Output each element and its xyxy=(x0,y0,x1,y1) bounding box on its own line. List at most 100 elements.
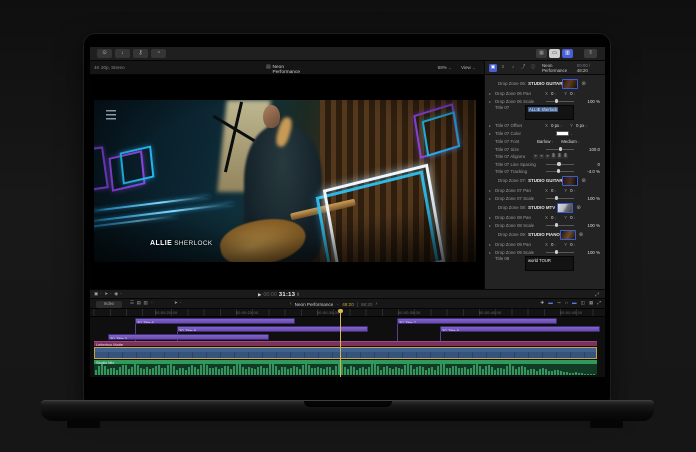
timeline-ruler[interactable]: 00:00:20:0000:00:25:0000:00:30:0000:00:3… xyxy=(90,309,605,317)
clear-dropzone-button[interactable]: ⊗ xyxy=(576,205,581,211)
color-caret-icon[interactable]: ⌄ xyxy=(570,132,573,136)
font-family-dropdown[interactable]: Barlow xyxy=(537,139,550,144)
x-value[interactable]: 0 xyxy=(551,242,553,247)
stepper-icon[interactable]: ↕ xyxy=(554,189,556,193)
video-inspector-tab[interactable]: ▣ xyxy=(489,64,497,72)
clip-appearance-icon[interactable]: ▤ xyxy=(137,301,141,306)
title-clip[interactable]: 3D Title 3 xyxy=(108,334,269,340)
y-value[interactable]: 0 px xyxy=(576,123,584,128)
dropzone-thumbnail[interactable] xyxy=(562,79,578,89)
y-value[interactable]: 0 xyxy=(570,91,572,96)
align-button-4[interactable]: ≣ xyxy=(557,154,562,159)
clear-dropzone-button[interactable]: ⊗ xyxy=(581,81,586,87)
align-button-0[interactable]: ≡ xyxy=(533,154,538,159)
zoom-level-dropdown[interactable]: 68% ⌄ xyxy=(438,65,452,71)
media-browser-button[interactable]: ⊙ xyxy=(97,49,112,58)
align-button-5[interactable]: ≣ xyxy=(563,154,568,159)
pointer-tool[interactable]: ➤ ⌄ xyxy=(174,301,182,306)
slider-thumb[interactable] xyxy=(557,162,561,166)
dropzone-thumbnail[interactable] xyxy=(560,230,576,240)
slider-value[interactable]: 100 % xyxy=(578,223,600,228)
studio-mix-audio-clip[interactable]: Studio Mix xyxy=(94,360,597,375)
slider-value[interactable]: 100.0 xyxy=(578,147,600,152)
slider-value[interactable]: 100 % xyxy=(578,196,600,201)
timeline-layout-icon[interactable]: ▥ xyxy=(143,301,147,306)
project-dropdown[interactable]: Neon Performance xyxy=(295,302,334,307)
playhead[interactable] xyxy=(340,309,341,377)
index-list-icon[interactable]: ☰ xyxy=(130,301,134,306)
title-clip[interactable]: 3D Title 6 xyxy=(135,318,295,324)
nav-forward-button[interactable]: › xyxy=(375,301,377,307)
clip-appearance-tool[interactable]: ▣⌄ xyxy=(94,292,102,297)
y-value[interactable]: 0 xyxy=(570,215,572,220)
slider-track[interactable] xyxy=(546,101,574,102)
background-tasks-button[interactable]: ◔ xyxy=(151,49,166,58)
text-inspector-tab[interactable]: ≡ xyxy=(499,64,507,72)
color-swatch[interactable] xyxy=(556,131,569,136)
share-inspector-tab[interactable]: ⤴ xyxy=(519,64,527,72)
stepper-icon[interactable]: ↕ xyxy=(560,124,562,128)
x-value[interactable]: 0 px xyxy=(551,123,559,128)
slider-thumb[interactable] xyxy=(559,147,563,151)
clip-appearance-icon[interactable]: ▦ xyxy=(589,301,593,306)
audio-skimming-icon[interactable]: ⊸ xyxy=(557,301,561,306)
align-button-3[interactable]: ≣ xyxy=(551,154,556,159)
y-value[interactable]: 0 xyxy=(570,188,572,193)
browser-toggle[interactable]: ▦ xyxy=(536,49,547,58)
stepper-icon[interactable]: ↕ xyxy=(574,216,576,220)
x-value[interactable]: 0 xyxy=(551,188,553,193)
align-button-2[interactable]: ≡ xyxy=(545,154,550,159)
keyword-editor-button[interactable]: ⚷ xyxy=(133,49,148,58)
current-timecode[interactable]: 31:13 xyxy=(279,292,295,298)
nav-back-button[interactable]: ‹ xyxy=(290,301,292,307)
slider-track[interactable] xyxy=(546,225,574,226)
slider-track[interactable] xyxy=(546,164,574,165)
view-dropdown[interactable]: View ⌄ xyxy=(461,65,476,71)
slider-value[interactable]: 100 % xyxy=(578,99,600,104)
timeline-toggle[interactable]: ▭ xyxy=(549,49,560,58)
font-weight-dropdown[interactable]: Medium xyxy=(561,139,577,144)
y-value[interactable]: 0 xyxy=(570,242,572,247)
snapping-icon[interactable]: ▬ xyxy=(572,301,577,306)
inspector-toggle[interactable]: ▥ xyxy=(562,49,573,58)
stepper-icon[interactable]: ↕ xyxy=(585,124,587,128)
slider-thumb[interactable] xyxy=(555,196,559,200)
slider-track[interactable] xyxy=(546,198,574,199)
expand-icon[interactable]: ⤢ xyxy=(595,292,599,298)
share-button[interactable]: ⇧ xyxy=(584,49,597,58)
slider-thumb[interactable] xyxy=(555,250,559,254)
stepper-icon[interactable]: ↕ xyxy=(574,189,576,193)
skimming-icon[interactable]: ▬ xyxy=(548,301,553,306)
x-value[interactable]: 0 xyxy=(551,215,553,220)
title-text-field[interactable]: ALLIE sherlock xyxy=(525,105,574,120)
align-button-1[interactable]: ≡ xyxy=(539,154,544,159)
stepper-icon[interactable]: ↕ xyxy=(574,92,576,96)
slider-thumb[interactable] xyxy=(557,169,561,173)
dropzone-thumbnail[interactable] xyxy=(562,176,578,186)
slider-value[interactable]: 100 % xyxy=(578,250,600,255)
solo-icon[interactable]: ∩ xyxy=(565,301,568,306)
letterbox-matte-clip[interactable]: Letterbox Matte xyxy=(94,341,597,346)
slider-track[interactable] xyxy=(546,252,574,253)
slider-value[interactable]: 0 xyxy=(578,162,600,167)
clear-dropzone-button[interactable]: ⊗ xyxy=(581,178,586,184)
title-clip[interactable]: 3D Title 7 xyxy=(397,318,557,324)
import-media-button[interactable]: ↓ xyxy=(115,49,130,58)
chevron-down-icon[interactable]: ⌄ xyxy=(150,301,153,306)
index-button[interactable]: Index xyxy=(96,301,122,308)
slider-thumb[interactable] xyxy=(555,99,559,103)
stepper-icon[interactable]: ↕ xyxy=(554,243,556,247)
stepper-icon[interactable]: ↕ xyxy=(554,216,556,220)
effects-tool[interactable]: ◉⌄ xyxy=(114,292,122,297)
playhead-handle[interactable] xyxy=(338,309,343,313)
audio-meters-icon[interactable]: ‖ xyxy=(297,292,299,297)
x-value[interactable]: 0 xyxy=(551,91,553,96)
stepper-icon[interactable]: ↕ xyxy=(554,92,556,96)
trim-icon[interactable]: ✚ xyxy=(540,301,544,306)
info-inspector-tab[interactable]: ⓘ xyxy=(529,64,537,72)
audio-inspector-tab[interactable]: ♪ xyxy=(509,64,517,72)
slider-track[interactable] xyxy=(546,149,574,150)
title-clip[interactable]: 3D Title 9 xyxy=(440,326,600,332)
dropzone-thumbnail[interactable] xyxy=(557,203,573,213)
select-tool[interactable]: ➤⌄ xyxy=(104,292,112,297)
